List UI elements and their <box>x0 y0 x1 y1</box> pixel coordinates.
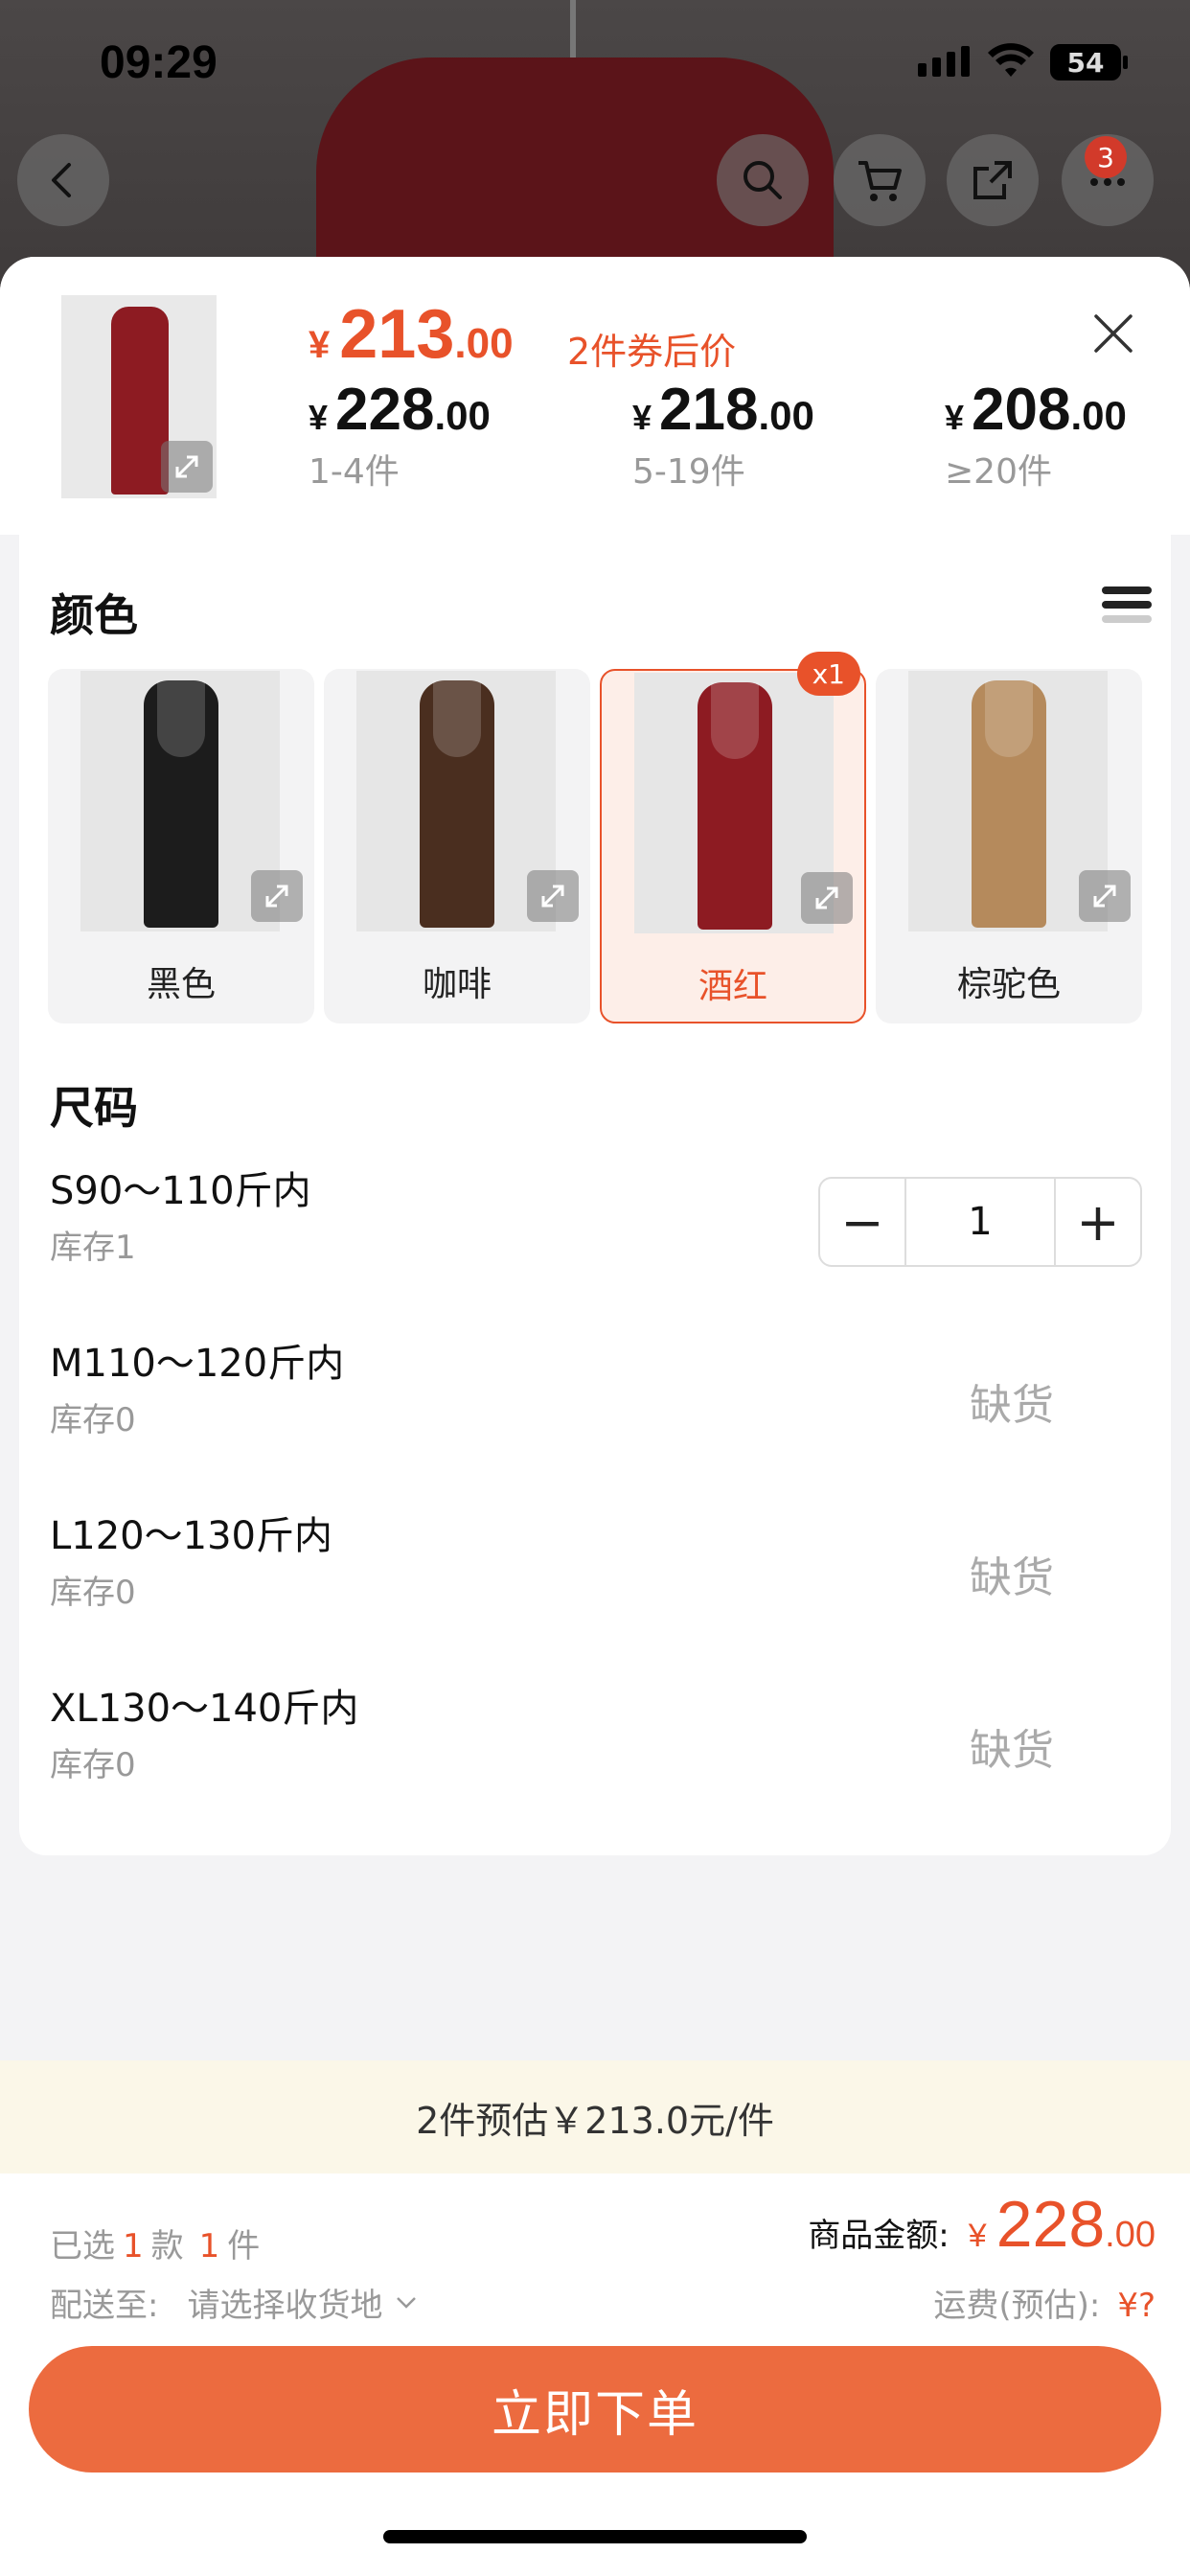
price-tier: ¥218.00 5-19件 <box>632 376 814 494</box>
expand-image-button[interactable] <box>801 872 853 924</box>
cart-button[interactable] <box>834 134 926 226</box>
cellular-signal-icon <box>918 46 970 77</box>
color-name: 棕驼色 <box>956 965 1061 1004</box>
selected-count-badge: x1 <box>796 652 860 696</box>
increase-button[interactable]: + <box>1056 1179 1140 1265</box>
list-view-icon[interactable] <box>1102 586 1152 634</box>
color-photo <box>356 671 556 932</box>
coupon-price-label: 2件券后价 <box>567 331 737 373</box>
battery-tip <box>1123 56 1128 69</box>
color-name: 黑色 <box>146 965 216 1004</box>
quantity-value[interactable]: 1 <box>904 1179 1056 1265</box>
expand-image-button[interactable] <box>1079 870 1131 922</box>
currency-symbol: ¥ <box>945 398 965 437</box>
close-icon[interactable] <box>1085 305 1142 362</box>
back-button[interactable] <box>17 134 109 226</box>
price-tier: ¥228.00 1-4件 <box>309 376 491 494</box>
price-decimal: .00 <box>454 320 514 367</box>
home-indicator <box>383 2530 807 2543</box>
color-option-black[interactable]: 黑色 <box>48 669 314 1024</box>
color-option-wine-red[interactable]: 酒红 x1 <box>600 652 866 1024</box>
currency-symbol: ¥ <box>309 324 331 366</box>
picked-items-count: 1 <box>198 2227 220 2266</box>
currency-symbol: ¥ <box>309 398 329 437</box>
expand-image-button[interactable] <box>161 441 213 493</box>
picked-items-unit: 件 <box>227 2227 261 2266</box>
quantity-stepper: − 1 + <box>818 1177 1142 1267</box>
deliver-value: 请选择收货地 <box>187 2287 383 2325</box>
price-tier: ¥208.00 ≥20件 <box>945 376 1127 494</box>
amount-integer: 228 <box>995 2188 1106 2261</box>
coupon-price: ¥ 213 .00 <box>309 295 514 374</box>
expand-image-button[interactable] <box>527 870 579 922</box>
price-integer: 228 <box>335 377 435 443</box>
price-decimal: .00 <box>1070 393 1127 438</box>
expand-icon <box>541 885 564 908</box>
out-of-stock-label: 缺货 <box>970 1553 1054 1602</box>
size-section-title: 尺码 <box>50 1082 138 1134</box>
amount-label: 商品金额: <box>808 2217 950 2255</box>
size-row-m: M110～120斤内 库存0 缺货 <box>50 1332 1142 1466</box>
tier-quantity: 5-19件 <box>632 452 745 492</box>
size-row-xl: XL130～140斤内 库存0 缺货 <box>50 1677 1142 1811</box>
wifi-icon <box>988 43 1034 77</box>
expand-image-button[interactable] <box>251 870 303 922</box>
delivery-address[interactable]: 配送至: 请选择收货地 <box>50 2279 419 2326</box>
picked-styles-unit: 款 <box>150 2227 184 2266</box>
status-bar: 09:29 54 <box>0 0 1190 125</box>
price-integer: 213 <box>339 296 455 373</box>
selected-product-thumbnail[interactable] <box>61 295 217 498</box>
color-name: 酒红 <box>698 967 767 1006</box>
expand-icon <box>175 455 198 478</box>
picked-prefix: 已选 <box>50 2227 115 2266</box>
battery-icon: 54 <box>1050 44 1121 80</box>
color-option-camel[interactable]: 棕驼色 <box>876 669 1142 1024</box>
color-photo <box>908 671 1108 932</box>
currency-symbol: ¥ <box>968 2218 987 2254</box>
goods-amount: 商品金额: ¥ 228 .00 <box>808 2187 1156 2262</box>
color-photo <box>80 671 280 932</box>
tier-quantity: ≥20件 <box>945 452 1052 492</box>
sku-selector-sheet: ¥ 213 .00 2件券后价 ¥228.00 1-4件 ¥218.00 5-1… <box>0 257 1190 2576</box>
cart-icon <box>858 161 902 201</box>
chevron-down-icon <box>397 2296 417 2309</box>
currency-symbol: ¥ <box>632 398 652 437</box>
color-section-title: 颜色 <box>50 589 138 641</box>
order-summary: 已选 1 款 1 件 配送至: 请选择收货地 商品金额: ¥ 228 .00 运费(预估… <box>0 2174 1190 2576</box>
price-decimal: .00 <box>434 393 491 438</box>
deliver-label: 配送至: <box>50 2287 159 2325</box>
decrease-button[interactable]: − <box>820 1179 904 1265</box>
chevron-left-icon <box>52 163 71 197</box>
out-of-stock-label: 缺货 <box>970 1726 1054 1775</box>
expand-icon <box>265 885 288 908</box>
status-time: 09:29 <box>100 37 217 88</box>
color-name: 咖啡 <box>422 965 492 1004</box>
price-decimal: .00 <box>758 393 814 438</box>
sheet-header: ¥ 213 .00 2件券后价 ¥228.00 1-4件 ¥218.00 5-1… <box>0 257 1190 535</box>
price-integer: 218 <box>659 377 759 443</box>
amount-decimal: .00 <box>1105 2215 1156 2255</box>
estimate-banner: 2件预估￥213.0元/件 <box>0 2060 1190 2174</box>
picked-styles-count: 1 <box>123 2227 144 2266</box>
cart-count-badge: 3 <box>1085 136 1127 178</box>
buy-now-button[interactable]: 立即下单 <box>29 2346 1161 2472</box>
share-button[interactable] <box>947 134 1039 226</box>
expand-icon <box>1093 885 1116 908</box>
selected-summary: 已选 1 款 1 件 <box>50 2220 260 2266</box>
tier-quantity: 1-4件 <box>309 452 400 492</box>
size-row-l: L120～130斤内 库存0 缺货 <box>50 1505 1142 1639</box>
shipping-value: ¥? <box>1117 2287 1156 2325</box>
share-icon <box>973 161 1012 199</box>
shipping-estimate: 运费(预估): ¥? <box>933 2279 1156 2326</box>
price-integer: 208 <box>972 377 1071 443</box>
coat-image <box>111 307 169 494</box>
expand-icon <box>815 886 838 909</box>
search-icon <box>744 161 782 199</box>
color-option-coffee[interactable]: 咖啡 <box>324 669 590 1024</box>
out-of-stock-label: 缺货 <box>970 1381 1054 1430</box>
search-button[interactable] <box>717 134 809 226</box>
shipping-label: 运费(预估): <box>933 2287 1101 2325</box>
